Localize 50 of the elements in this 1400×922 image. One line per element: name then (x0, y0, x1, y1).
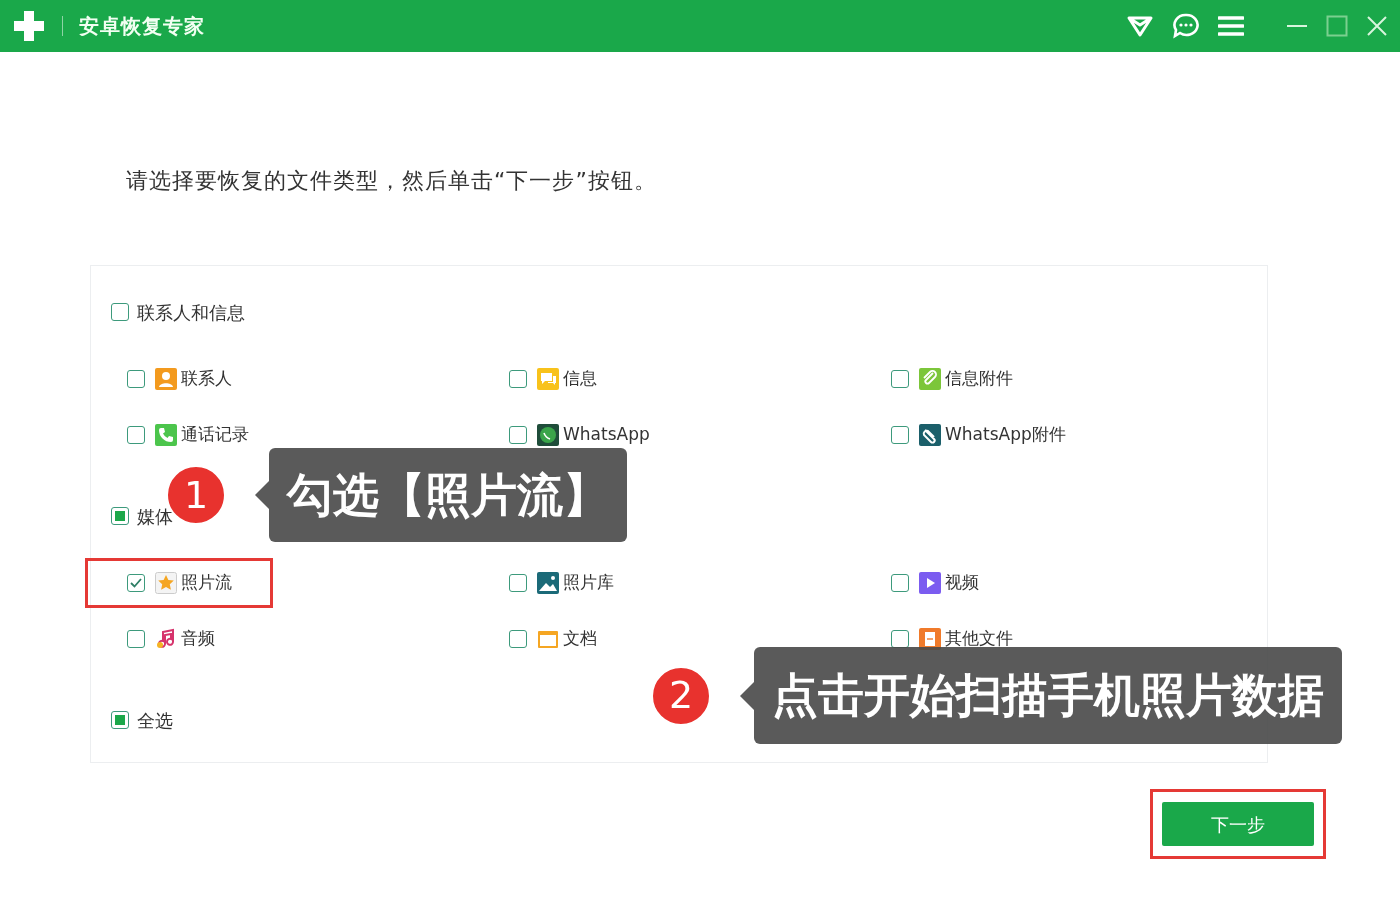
checkbox[interactable] (111, 507, 129, 525)
next-button[interactable]: 下一步 (1162, 802, 1314, 846)
callout-bubble: 点击开始扫描手机照片数据 (754, 647, 1342, 744)
checkbox[interactable] (127, 574, 145, 592)
option-label: 通话记录 (181, 423, 249, 447)
image-icon (537, 572, 559, 594)
step-number-badge: 2 (651, 665, 711, 726)
checkbox[interactable] (509, 370, 527, 388)
checkbox[interactable] (891, 574, 909, 592)
music-note-icon (155, 628, 177, 650)
option-label: WhatsApp (563, 423, 650, 447)
contact-icon (155, 368, 177, 390)
checkbox[interactable] (891, 630, 909, 648)
checkbox[interactable] (891, 370, 909, 388)
option-label: 视频 (945, 571, 979, 595)
chat-icon (537, 368, 559, 390)
checkbox[interactable] (509, 630, 527, 648)
option-label: 信息 (563, 367, 597, 391)
option-label: 音频 (181, 627, 215, 651)
option-label: 联系人 (181, 367, 232, 391)
chat-bubble-icon (537, 424, 559, 446)
paperclip-icon (919, 424, 941, 446)
close-icon[interactable] (1366, 15, 1388, 37)
window-title: 安卓恢复专家 (79, 13, 205, 40)
diamond-icon[interactable] (1126, 14, 1154, 38)
phone-icon (155, 424, 177, 446)
option-label: 信息附件 (945, 367, 1013, 391)
option-label: 照片流 (181, 571, 232, 595)
checkbox[interactable] (127, 370, 145, 388)
folder-icon (537, 628, 559, 650)
checkbox[interactable] (111, 711, 129, 729)
option-label: WhatsApp附件 (945, 423, 1066, 447)
option-label: 文档 (563, 627, 597, 651)
group-label: 联系人和信息 (137, 300, 245, 325)
paperclip-icon (919, 368, 941, 390)
checkbox[interactable] (891, 426, 909, 444)
checkbox[interactable] (127, 426, 145, 444)
checkbox[interactable] (111, 303, 129, 321)
play-icon (919, 572, 941, 594)
checkbox[interactable] (509, 574, 527, 592)
instruction-text: 请选择要恢复的文件类型，然后单击“下一步”按钮。 (126, 167, 658, 195)
checkbox[interactable] (509, 426, 527, 444)
option-label: 照片库 (563, 571, 614, 595)
file-icon (919, 628, 941, 650)
plus-logo-icon (12, 9, 46, 43)
chat-icon[interactable] (1172, 12, 1200, 40)
checkbox[interactable] (127, 630, 145, 648)
callout-bubble: 勾选【照片流】 (269, 448, 627, 542)
menu-icon[interactable] (1218, 15, 1244, 37)
group-label: 全选 (137, 708, 173, 733)
